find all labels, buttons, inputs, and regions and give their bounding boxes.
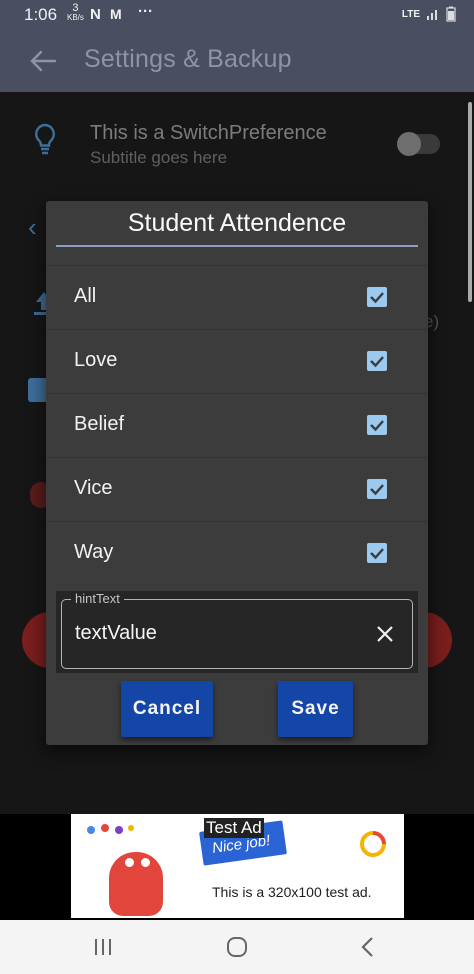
title-divider [56,245,418,247]
home-icon[interactable] [224,934,250,960]
text-input-field[interactable]: hintText textValue [61,591,413,669]
checkbox-item-way[interactable]: Way [46,521,428,585]
dialog-title: Student Attendence [127,209,347,237]
field-value[interactable]: textValue [75,622,157,645]
scrollbar[interactable] [468,102,472,302]
decorative-dots-icon [87,824,134,834]
checkbox-label: Way [74,541,114,563]
arrow-back-icon[interactable] [28,46,58,76]
checkbox-checked-icon[interactable] [367,479,387,499]
gmail-icon: M [110,6,122,22]
field-hint-label: hintText [71,591,124,606]
status-time: 1:06 [24,5,58,24]
checkbox-item-vice[interactable]: Vice [46,457,428,521]
student-attendance-dialog: Student Attendence All Love Belief Vice … [46,201,428,745]
app-bar: Settings & Backup [0,30,474,92]
data-speed: 3 KB/s [67,3,84,22]
checkbox-label: All [74,285,97,307]
netflix-n-icon: N [90,6,101,23]
status-bar: 1:06 3 KB/s N M ··· LTE [0,0,474,30]
checkbox-checked-icon[interactable] [367,415,387,435]
checkbox-checked-icon[interactable] [367,287,387,307]
checkbox-checked-icon[interactable] [367,543,387,563]
lightbulb-icon [35,123,55,155]
ad-caption: This is a 320x100 test ad. [212,884,372,900]
signal-icon [427,10,437,20]
ad-logo-icon [360,831,386,857]
preference-switch[interactable] [397,132,440,156]
checkbox-item-all[interactable]: All [46,265,428,329]
monster-eye [125,858,134,867]
checkbox-label: Belief [74,413,125,435]
battery-icon [446,6,456,22]
recents-icon[interactable] [90,934,116,960]
test-ad-tag: Test Ad [204,818,264,838]
data-speed-unit: KB/s [67,13,84,22]
chevron-left-icon: ‹ [28,212,37,242]
page-title: Settings & Backup [84,45,292,73]
cancel-button[interactable]: Cancel [121,681,213,737]
monster-mascot-icon [109,852,163,916]
test-ad[interactable]: Nice job! Test Ad This is a 320x100 test… [71,814,404,918]
checkbox-label: Love [74,349,118,371]
folder-icon [28,378,48,402]
text-field-container: hintText textValue [56,591,418,673]
checkbox-checked-icon[interactable] [367,351,387,371]
checkbox-item-belief[interactable]: Belief [46,393,428,457]
save-button[interactable]: Save [278,681,353,737]
switch-preference-subtitle: Subtitle goes here [90,148,228,167]
checkbox-label: Vice [74,477,113,499]
close-icon[interactable] [375,624,395,644]
lte-icon: LTE [401,8,420,20]
switch-preference-title: This is a SwitchPreference [90,122,327,144]
system-navigation-bar [0,920,474,974]
back-icon[interactable] [356,934,382,960]
switch-preference[interactable]: This is a SwitchPreference Subtitle goes… [0,92,474,178]
monster-eye [141,858,150,867]
more-icon: ··· [138,3,153,20]
checkbox-item-love[interactable]: Love [46,329,428,393]
ad-banner-area: Nice job! Test Ad This is a 320x100 test… [0,814,474,920]
